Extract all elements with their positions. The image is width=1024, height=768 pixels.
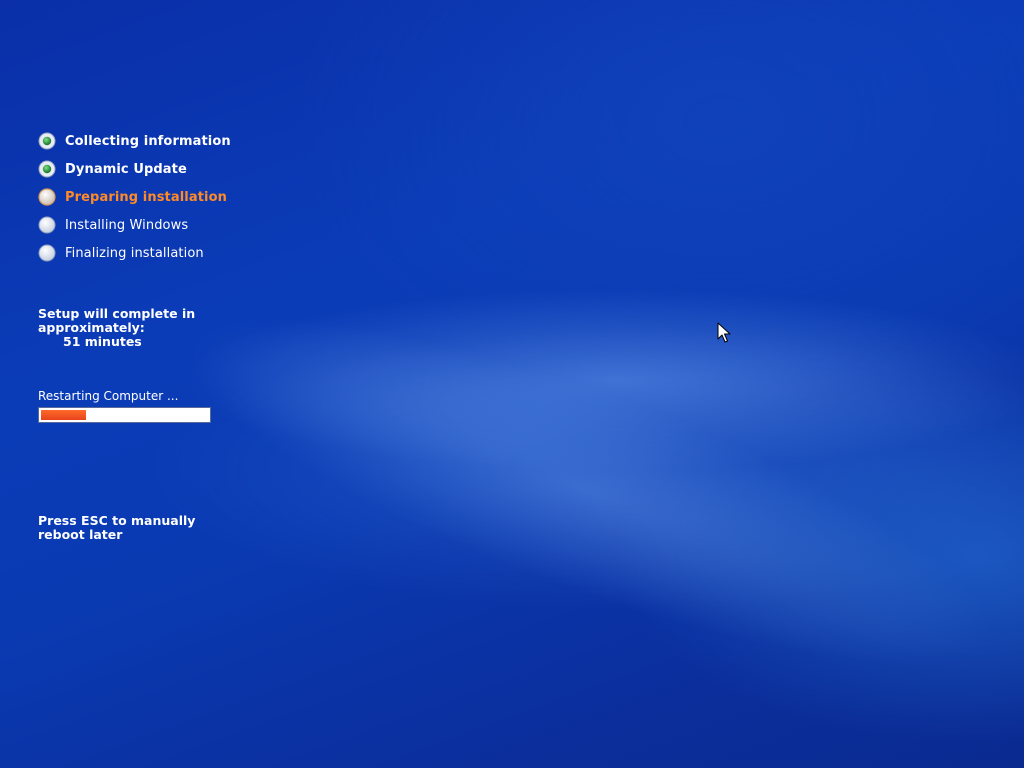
step-preparing-installation: Preparing installation (38, 183, 231, 211)
step-label: Preparing installation (65, 189, 227, 205)
current-step-icon (38, 188, 56, 206)
pending-step-icon (38, 244, 56, 262)
pending-step-icon (38, 216, 56, 234)
mouse-pointer-icon (717, 322, 731, 343)
eta-line-1: Setup will complete in (38, 306, 196, 321)
progress-bar-fill (41, 410, 86, 420)
step-label: Dynamic Update (65, 161, 187, 177)
step-label: Installing Windows (65, 217, 189, 233)
step-collecting-information: Collecting information (38, 127, 231, 155)
status-text: Restarting Computer ... (38, 389, 179, 403)
time-remaining-block: Setup will complete in approximately: 51… (38, 307, 195, 349)
step-installing-windows: Installing Windows (38, 211, 231, 239)
hint-line-1: Press ESC to manually (38, 513, 196, 528)
step-dynamic-update: Dynamic Update (38, 155, 231, 183)
step-finalizing-installation: Finalizing installation (38, 239, 231, 267)
hint-line-2: reboot later (38, 527, 123, 542)
step-label: Finalizing installation (65, 245, 204, 261)
esc-hint-text: Press ESC to manually reboot later (38, 514, 195, 542)
completed-step-icon (38, 160, 56, 178)
eta-line-2: approximately: (38, 320, 145, 335)
background-light-streak (151, 250, 1024, 733)
step-label: Collecting information (65, 133, 231, 149)
completed-step-icon (38, 132, 56, 150)
setup-steps-list: Collecting information Dynamic Update Pr… (38, 127, 231, 267)
eta-time-value: 51 minutes (63, 334, 142, 349)
progress-bar (38, 407, 211, 423)
